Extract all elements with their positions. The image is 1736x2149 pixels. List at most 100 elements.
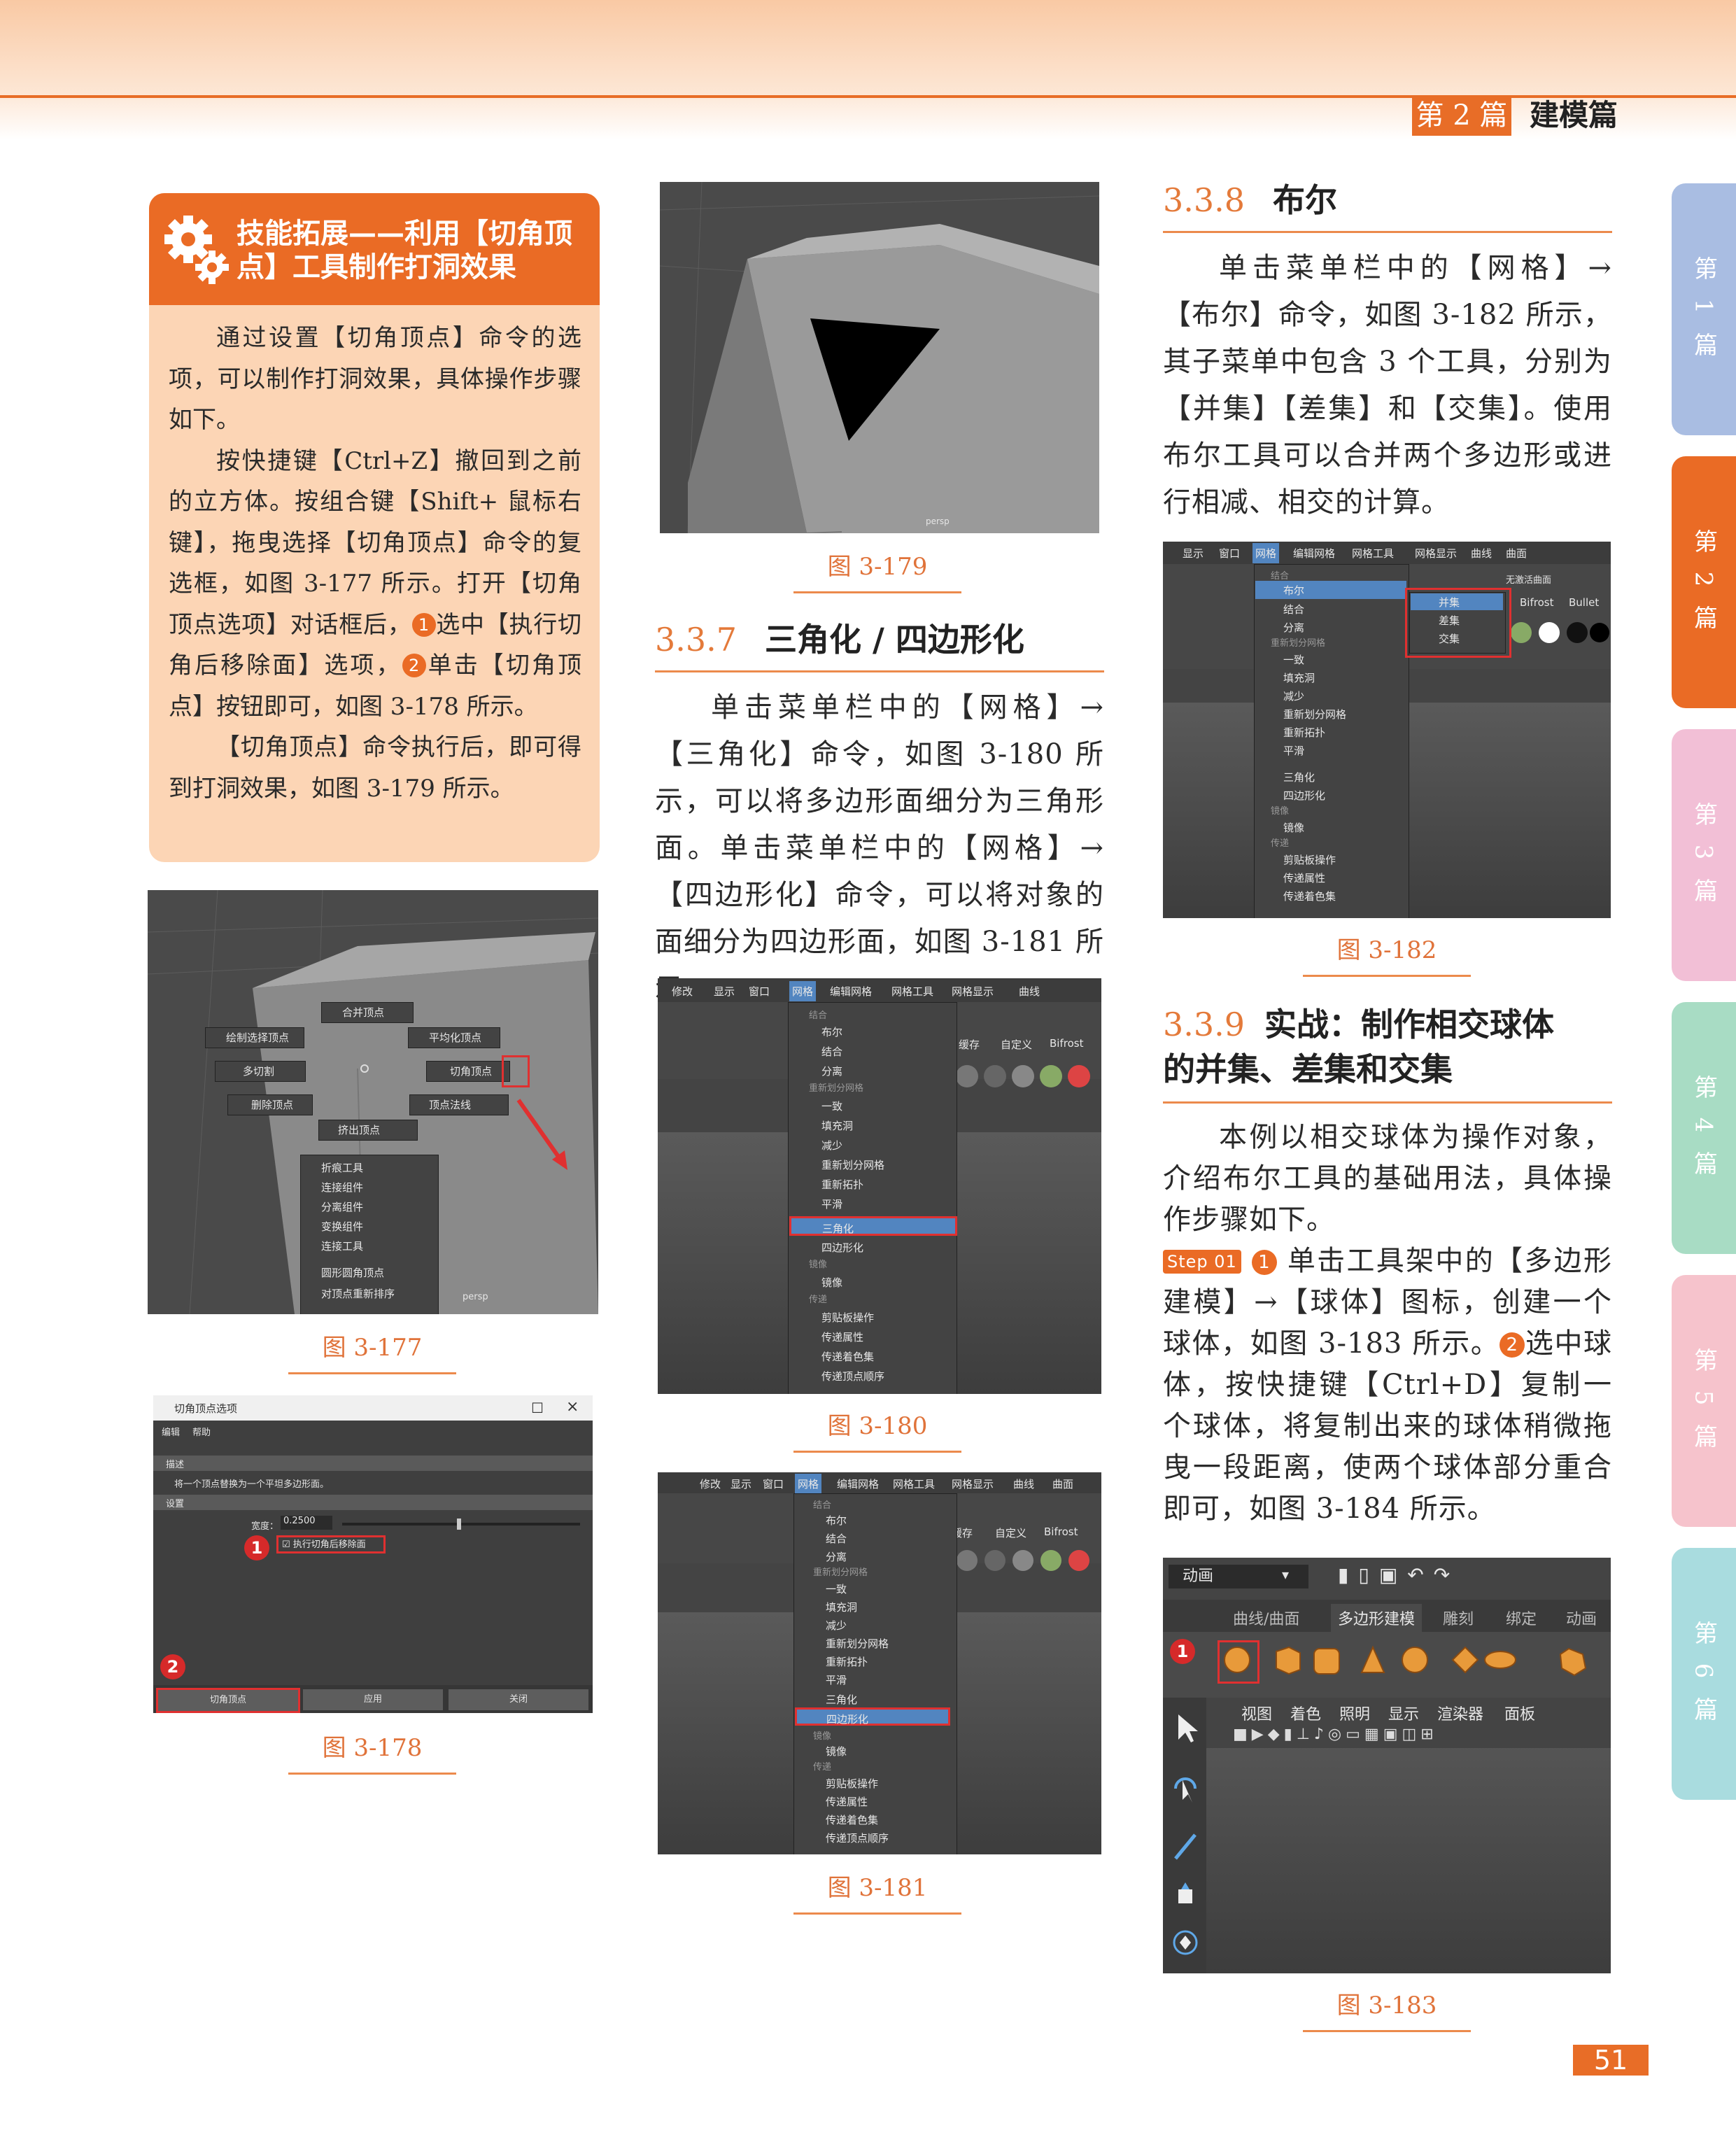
panel-menu[interactable]: 显示 — [1388, 1702, 1419, 1724]
menu-item-triangulate[interactable]: 三角化 — [789, 1216, 957, 1236]
menu-item[interactable]: 一致 — [1283, 652, 1304, 667]
menubar-item[interactable]: 网格显示 — [952, 984, 994, 999]
menu-item[interactable]: 填充洞 — [821, 1118, 853, 1133]
marking-item[interactable]: 多切割 — [243, 1064, 274, 1078]
menu-item[interactable]: 传递属性 — [1283, 871, 1325, 885]
polygon-shelf-icons[interactable] — [1222, 1644, 1600, 1677]
menu-item[interactable]: 布尔 — [826, 1513, 847, 1528]
slider-handle[interactable] — [457, 1519, 461, 1530]
menu-item[interactable]: 传递着色集 — [826, 1812, 878, 1827]
menu-item[interactable]: 镜像 — [821, 1275, 842, 1290]
menubar-item[interactable]: 网格显示 — [952, 1477, 994, 1491]
tool-icons[interactable] — [1170, 1712, 1201, 1964]
shelf-tab[interactable]: Bullet — [1569, 596, 1599, 609]
menu-item-quadrangulate[interactable]: 四边形化 — [795, 1707, 950, 1726]
menu-edit[interactable]: 编辑 — [162, 1425, 180, 1438]
shelf-icons[interactable] — [952, 1061, 1092, 1096]
menu-item[interactable]: 布尔 — [821, 1024, 842, 1039]
menu-item[interactable]: 镜像 — [826, 1744, 847, 1759]
side-tab-3[interactable]: 第 3 篇 — [1672, 729, 1736, 981]
menubar-item[interactable]: 显示 — [714, 984, 735, 999]
menu-item[interactable]: 减少 — [826, 1618, 847, 1633]
marking-item[interactable]: 挤出顶点 — [338, 1122, 380, 1137]
menubar-item[interactable]: 窗口 — [749, 984, 770, 999]
menu-item[interactable]: 填充洞 — [826, 1600, 857, 1614]
menu-item[interactable]: 传递顶点顺序 — [821, 1369, 884, 1383]
menubar-item[interactable]: 曲线 — [1013, 1477, 1034, 1491]
menu-item[interactable]: 减少 — [1283, 689, 1304, 703]
submenu-union[interactable]: 并集 — [1411, 593, 1503, 610]
menubar-item[interactable]: 网格显示 — [1415, 546, 1457, 561]
menu-item[interactable]: 变换组件 — [321, 1219, 363, 1234]
panel-menu[interactable]: 面板 — [1504, 1702, 1535, 1724]
menu-item[interactable]: 连接组件 — [321, 1180, 363, 1195]
menubar-item[interactable]: 网格工具 — [893, 1477, 935, 1491]
remove-face-checkbox[interactable]: ☑ 执行切角后移除面 — [282, 1537, 366, 1550]
menu-item[interactable]: 四边形化 — [1283, 788, 1325, 803]
menu-help[interactable]: 帮助 — [192, 1425, 211, 1438]
panel-menu[interactable]: 渲染器 — [1437, 1702, 1483, 1724]
menubar-item[interactable]: 曲面 — [1052, 1477, 1073, 1491]
menu-item[interactable]: 平滑 — [1283, 743, 1304, 758]
shelf-tab-active[interactable]: 多边形建模 — [1331, 1604, 1423, 1632]
maximize-icon[interactable]: ☐ — [531, 1400, 544, 1416]
menu-item[interactable]: 一致 — [826, 1581, 847, 1596]
close-icon[interactable]: × — [566, 1398, 579, 1416]
shelf-tab[interactable]: 缓存 — [959, 1037, 980, 1052]
menu-item[interactable]: 传递顶点顺序 — [826, 1831, 889, 1845]
menu-item[interactable]: 四边形化 — [821, 1240, 863, 1255]
shelf-tab[interactable]: 自定义 — [995, 1526, 1026, 1540]
menubar-item[interactable]: 网格工具 — [1352, 546, 1394, 561]
menubar-item-mesh[interactable]: 网格 — [795, 1474, 822, 1494]
chevron-down-icon[interactable]: ▾ — [1282, 1566, 1289, 1583]
menubar-item[interactable]: 窗口 — [763, 1477, 784, 1491]
shelf-tab[interactable]: Bifrost — [1050, 1037, 1083, 1050]
marking-item[interactable]: 合并顶点 — [342, 1005, 384, 1020]
width-slider[interactable] — [342, 1523, 580, 1526]
menu-item[interactable]: 分离 — [1283, 620, 1304, 635]
menu-item[interactable]: 平滑 — [821, 1197, 842, 1211]
side-tab-1[interactable]: 第 1 篇 — [1672, 183, 1736, 435]
menubar-item[interactable]: 编辑网格 — [830, 984, 872, 999]
menu-item[interactable]: 分离组件 — [321, 1199, 363, 1214]
shelf-tab[interactable]: 自定义 — [1001, 1037, 1032, 1052]
menu-item[interactable]: 重新划分网格 — [1283, 707, 1346, 721]
panel-menu[interactable]: 视图 — [1241, 1702, 1272, 1724]
menu-item[interactable]: 平滑 — [826, 1672, 847, 1687]
apply-button[interactable]: 应用 — [303, 1689, 443, 1710]
menu-item-boolean[interactable]: 布尔 — [1255, 581, 1406, 599]
menu-item[interactable]: 重新拓扑 — [1283, 725, 1325, 740]
menubar-item[interactable]: 显示 — [731, 1477, 751, 1491]
side-tab-4[interactable]: 第 4 篇 — [1672, 1002, 1736, 1254]
menu-item[interactable]: 传递着色集 — [1283, 889, 1336, 903]
menu-item[interactable]: 传递着色集 — [821, 1349, 874, 1364]
menubar-item[interactable]: 编辑网格 — [837, 1477, 879, 1491]
menubar-item[interactable]: 网格工具 — [891, 984, 933, 999]
menu-item[interactable]: 重新拓扑 — [826, 1654, 868, 1669]
menu-item[interactable]: 对顶点重新排序 — [321, 1286, 395, 1301]
menu-item[interactable]: 剪贴板操作 — [826, 1776, 878, 1791]
shelf-icons[interactable] — [1507, 619, 1611, 649]
menu-item[interactable]: 一致 — [821, 1099, 842, 1113]
menu-item[interactable]: 填充洞 — [1283, 670, 1315, 685]
close-button[interactable]: 关闭 — [449, 1689, 588, 1710]
menubar-item[interactable]: 修改 — [700, 1477, 721, 1491]
menubar-item-mesh[interactable]: 网格 — [789, 981, 817, 1001]
shelf-tab[interactable]: Bifrost — [1044, 1526, 1078, 1538]
menu-item[interactable]: 减少 — [821, 1138, 842, 1153]
side-tab-2[interactable]: 第 2 篇 — [1672, 456, 1736, 708]
shelf-tab[interactable]: 曲线/曲面 — [1233, 1607, 1299, 1629]
marking-item[interactable]: 切角顶点 — [450, 1064, 492, 1078]
menu-item[interactable]: 折痕工具 — [321, 1160, 363, 1175]
menubar-item[interactable]: 编辑网格 — [1293, 546, 1335, 561]
shelf-tab[interactable]: 绑定 — [1506, 1607, 1537, 1629]
menu-item[interactable]: 传递属性 — [821, 1330, 863, 1344]
marking-item[interactable]: 平均化顶点 — [429, 1030, 481, 1045]
marking-item[interactable]: 绘制选择顶点 — [226, 1030, 289, 1045]
menubar-item[interactable]: 窗口 — [1219, 546, 1240, 561]
menu-item[interactable]: 镜像 — [1283, 820, 1304, 835]
panel-toolbar-icons[interactable]: ■▶◆▮⊥♪◎▭▦▣◫⊞ — [1233, 1726, 1438, 1743]
menu-item[interactable]: 重新划分网格 — [821, 1157, 884, 1172]
menu-item[interactable]: 剪贴板操作 — [1283, 852, 1336, 867]
marking-item[interactable]: 删除顶点 — [251, 1097, 293, 1112]
